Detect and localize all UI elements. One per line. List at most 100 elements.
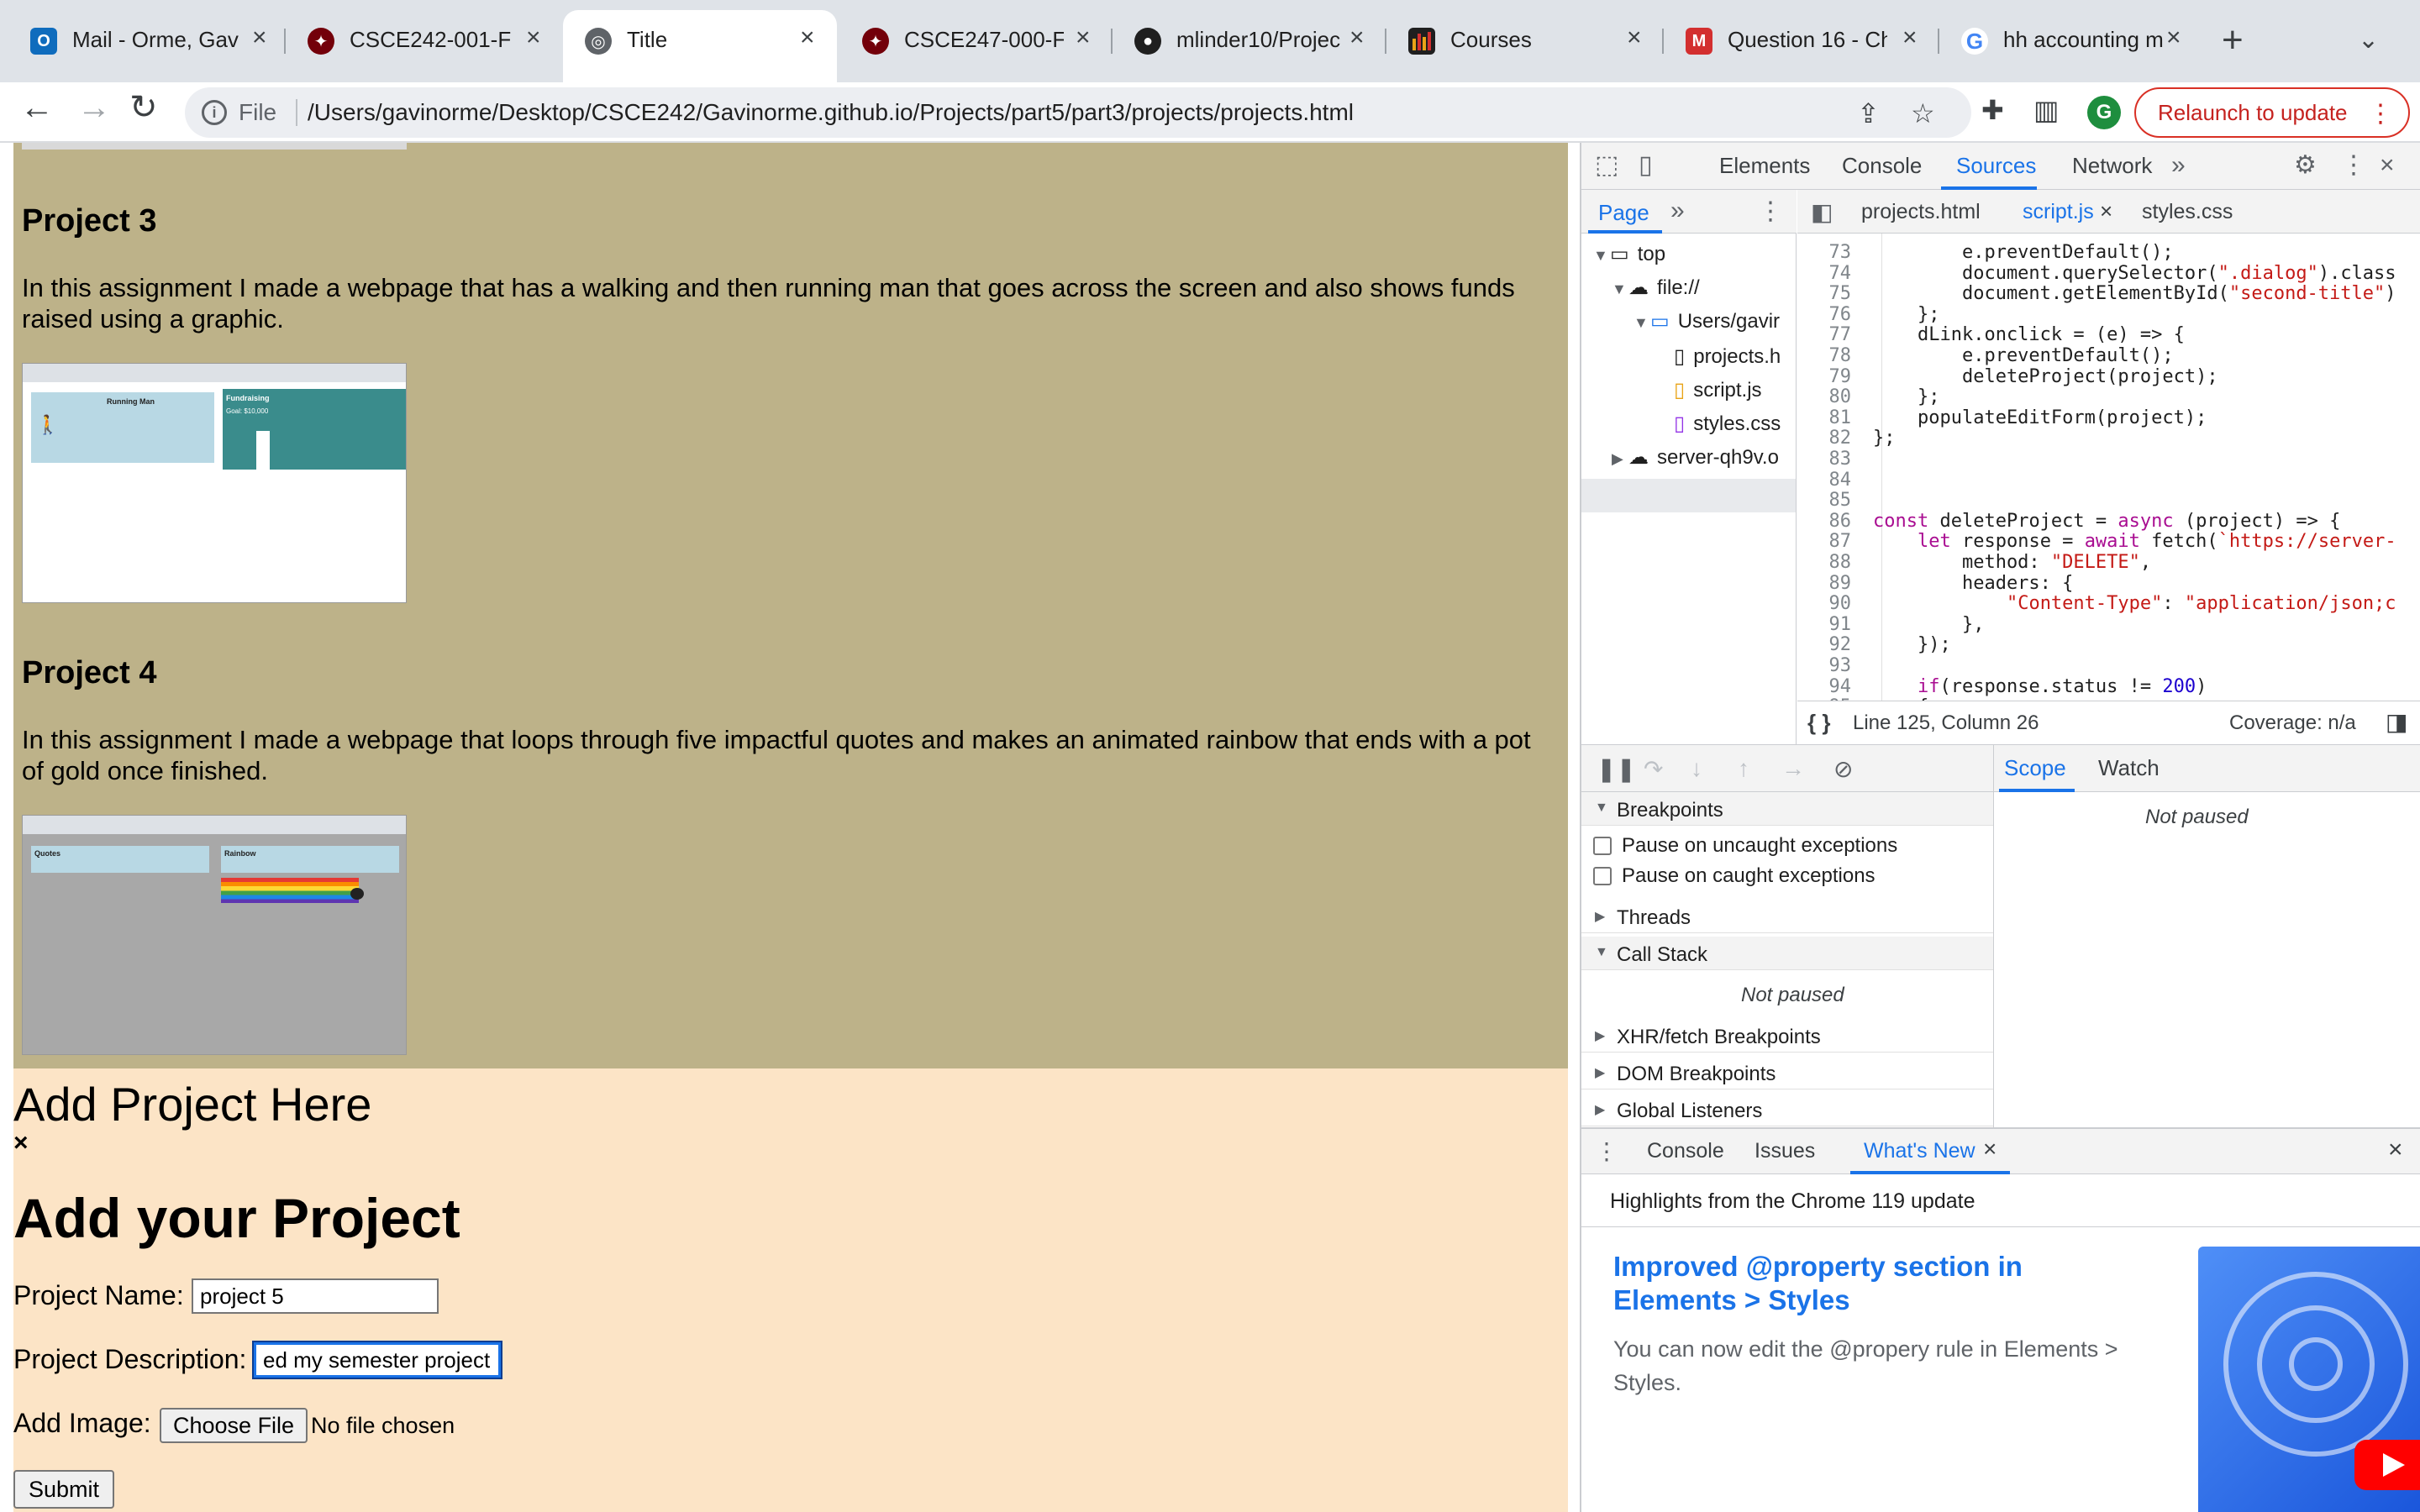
code-line[interactable]: 89 headers: { [1797, 573, 2074, 595]
breakpoints-section[interactable]: ▼ Breakpoints [1581, 792, 1993, 826]
global-listeners-section[interactable]: ▶ Global Listeners [1581, 1093, 1993, 1126]
line-number[interactable]: 94 [1797, 676, 1873, 697]
close-icon[interactable]: × [1349, 25, 1365, 50]
step-over-icon[interactable]: ↷ [1644, 755, 1663, 783]
tab-scope[interactable]: Scope [2004, 755, 2066, 781]
browser-tab-courses[interactable]: Courses × [1386, 10, 1664, 72]
extensions-puzzle-icon[interactable]: ✚ [1981, 94, 2004, 126]
toggle-debugger-icon[interactable]: ◨ [2386, 708, 2407, 736]
devtools-tab-sources[interactable]: Sources [1956, 153, 2036, 179]
bookmark-star-icon[interactable]: ☆ [1911, 97, 1935, 129]
code-line[interactable]: 82}; [1797, 428, 1896, 449]
xhr-breakpoints-section[interactable]: ▶ XHR/fetch Breakpoints [1581, 1019, 1993, 1053]
project-name-input[interactable] [192, 1278, 439, 1314]
code-line[interactable]: 93 [1797, 655, 1873, 677]
submit-button[interactable]: Submit [13, 1470, 115, 1509]
call-stack-section[interactable]: ▼ Call Stack [1581, 937, 1993, 970]
line-number[interactable]: 83 [1797, 449, 1873, 470]
address-url[interactable]: /Users/gavinorme/Desktop/CSCE242/Gavinor… [308, 99, 1354, 126]
tree-item-top[interactable]: ▼▭ top [1593, 242, 1665, 266]
code-line[interactable]: 80 }; [1797, 386, 1940, 408]
share-icon[interactable]: ⇪ [1857, 97, 1880, 129]
pretty-print-icon[interactable]: { } [1807, 710, 1830, 736]
drawer-tab-issues[interactable]: Issues [1754, 1139, 1815, 1163]
line-number[interactable]: 76 [1797, 304, 1873, 325]
browser-tab-question16[interactable]: M Question 16 - Ch × [1664, 10, 1939, 72]
code-line[interactable]: 79 deleteProject(project); [1797, 366, 2218, 388]
side-panel-icon[interactable]: ▥ [2033, 94, 2059, 126]
whats-new-article-title[interactable]: Improved @property section in Elements >… [1613, 1250, 2050, 1317]
browser-tab-title[interactable]: ◎ Title × [563, 10, 837, 82]
more-vertical-icon[interactable]: ⋮ [1758, 197, 1783, 226]
relaunch-to-update-button[interactable]: Relaunch to update ⋮ [2134, 87, 2410, 138]
navigator-tab-page[interactable]: Page [1598, 200, 1649, 226]
line-number[interactable]: 88 [1797, 552, 1873, 573]
close-drawer-icon[interactable]: × [2388, 1136, 2403, 1164]
code-line[interactable]: 86 const deleteProject = async (project) … [1797, 511, 2341, 533]
more-vertical-icon[interactable]: ⋮ [1595, 1137, 1618, 1165]
close-icon[interactable]: × [526, 25, 541, 50]
toggle-navigator-icon[interactable]: ◧ [1811, 198, 1833, 226]
line-number[interactable]: 86 [1797, 511, 1873, 532]
close-icon[interactable]: × [252, 25, 267, 50]
line-number[interactable]: 77 [1797, 324, 1873, 345]
step-into-icon[interactable]: ↓ [1691, 755, 1702, 782]
line-number[interactable]: 90 [1797, 593, 1873, 614]
close-icon[interactable]: × [800, 25, 815, 50]
code-line[interactable]: 78 e.preventDefault(); [1797, 345, 2174, 367]
code-line[interactable]: 73 e.preventDefault(); [1797, 242, 2174, 264]
line-number[interactable]: 82 [1797, 428, 1873, 449]
line-number[interactable]: 74 [1797, 263, 1873, 284]
tree-item-server[interactable]: ▶ ☁ server-qh9v.o [1612, 445, 1779, 470]
more-tabs-chevron-icon[interactable]: » [2171, 153, 2186, 178]
line-number[interactable]: 79 [1797, 366, 1873, 387]
gear-icon[interactable]: ⚙ [2294, 153, 2317, 178]
code-line[interactable]: 75 document.getElementById("second-title… [1797, 283, 2396, 305]
line-number[interactable]: 84 [1797, 470, 1873, 491]
browser-tab-csce247[interactable]: ✦ CSCE247-000-F × [840, 10, 1113, 72]
pause-uncaught-checkbox[interactable]: Pause on uncaught exceptions [1593, 834, 1897, 858]
forward-arrow-icon[interactable]: → [77, 91, 111, 124]
address-bar[interactable]: i File /Users/gavinorme/Desktop/CSCE242/… [185, 87, 1971, 138]
line-number[interactable]: 89 [1797, 573, 1873, 594]
more-vertical-icon[interactable]: ⋮ [2341, 153, 2366, 178]
line-number[interactable]: 81 [1797, 407, 1873, 428]
line-number[interactable]: 73 [1797, 242, 1873, 263]
devtools-tab-console[interactable]: Console [1842, 153, 1922, 179]
drawer-tab-whats-new[interactable]: What's New [1864, 1139, 1975, 1163]
project-description-input[interactable] [252, 1341, 502, 1379]
more-tabs-chevron-icon[interactable]: » [1670, 197, 1685, 225]
deactivate-breakpoints-icon[interactable]: ⊘ [1833, 755, 1853, 783]
back-arrow-icon[interactable]: ← [20, 91, 54, 124]
editor-tab-projects-html[interactable]: projects.html [1861, 200, 1981, 224]
line-number[interactable]: 80 [1797, 386, 1873, 407]
device-toolbar-icon[interactable]: ▯ [1639, 153, 1653, 178]
browser-tab-google[interactable]: G hh accounting m × [1939, 10, 2200, 72]
browser-tab-csce242[interactable]: ✦ CSCE242-001-F × [286, 10, 563, 72]
tree-item-users-folder[interactable]: ▼▭ Users/gavir [1634, 309, 1780, 333]
tree-item-file-scheme[interactable]: ▼☁ file:// [1612, 276, 1700, 300]
line-number[interactable]: 85 [1797, 490, 1873, 511]
youtube-play-icon[interactable] [2354, 1440, 2420, 1490]
line-number[interactable]: 75 [1797, 283, 1873, 304]
step-icon[interactable]: → [1781, 755, 1805, 782]
tab-search-chevron-icon[interactable]: ⌄ [2358, 25, 2379, 55]
site-info-icon[interactable]: i [202, 100, 227, 125]
code-line[interactable]: 81 populateEditForm(project); [1797, 407, 2207, 429]
line-number[interactable]: 93 [1797, 655, 1873, 676]
avatar[interactable]: G [2087, 96, 2121, 129]
inspect-element-icon[interactable]: ⬚ [1595, 153, 1618, 178]
pause-icon[interactable]: ❚❚ [1597, 755, 1636, 783]
editor-tab-script-js[interactable]: script.js [2023, 200, 2094, 224]
close-icon[interactable]: × [2100, 198, 2112, 224]
close-icon[interactable]: × [1627, 25, 1642, 50]
line-number[interactable]: 87 [1797, 531, 1873, 552]
line-number[interactable]: 92 [1797, 634, 1873, 655]
tab-watch[interactable]: Watch [2098, 755, 2160, 781]
threads-section[interactable]: ▶ Threads [1581, 900, 1993, 933]
code-line[interactable]: 92 }); [1797, 634, 1951, 656]
line-number[interactable]: 91 [1797, 614, 1873, 635]
code-line[interactable]: 85 [1797, 490, 1873, 512]
code-line[interactable]: 88 method: "DELETE", [1797, 552, 2152, 574]
code-line[interactable]: 91 }, [1797, 614, 1985, 636]
